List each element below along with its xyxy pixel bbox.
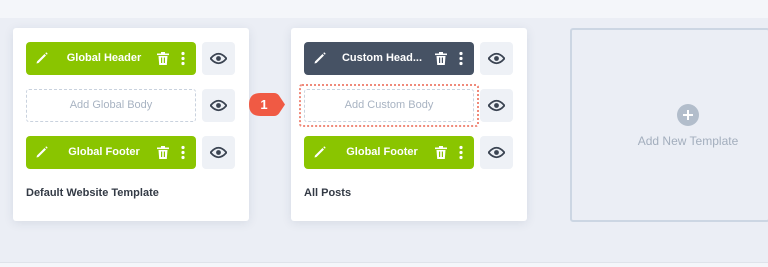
trash-icon[interactable] <box>157 52 169 65</box>
footer-visibility-button[interactable] <box>202 136 235 169</box>
body-visibility-button[interactable] <box>202 89 235 122</box>
step-number: 1 <box>260 97 268 112</box>
pencil-icon[interactable] <box>313 145 327 159</box>
step-marker-badge: 1 <box>248 92 286 117</box>
trash-icon[interactable] <box>157 146 169 159</box>
add-global-body-button[interactable]: Add Global Body <box>26 89 196 122</box>
custom-header-area[interactable]: Custom Head... <box>304 42 474 75</box>
add-new-template-button[interactable]: Add New Template <box>570 28 768 222</box>
bottom-band <box>0 263 768 267</box>
pencil-icon[interactable] <box>35 51 49 65</box>
trash-icon[interactable] <box>435 146 447 159</box>
footer-visibility-button[interactable] <box>480 136 513 169</box>
eye-icon <box>488 146 505 159</box>
more-vertical-icon[interactable] <box>455 51 467 66</box>
eye-icon <box>488 52 505 65</box>
template-card-all-posts: Custom Head... Add Custom Body Global Fo… <box>291 28 527 221</box>
more-vertical-icon[interactable] <box>177 145 189 160</box>
add-custom-body-button[interactable]: Add Custom Body <box>304 89 474 122</box>
top-band <box>0 0 768 18</box>
global-header-area[interactable]: Global Header <box>26 42 196 75</box>
template-title[interactable]: Default Website Template <box>26 187 159 199</box>
pencil-icon[interactable] <box>35 145 49 159</box>
global-footer-area[interactable]: Global Footer <box>26 136 196 169</box>
template-title[interactable]: All Posts <box>304 187 351 199</box>
trash-icon[interactable] <box>435 52 447 65</box>
header-label: Custom Head... <box>341 52 423 64</box>
footer-label: Global Footer <box>68 146 140 158</box>
template-card-default: Global Header Add Global Body Global Foo… <box>13 28 249 221</box>
more-vertical-icon[interactable] <box>455 145 467 160</box>
header-visibility-button[interactable] <box>202 42 235 75</box>
header-label: Global Header <box>66 52 142 64</box>
pencil-icon[interactable] <box>313 51 327 65</box>
global-footer-area[interactable]: Global Footer <box>304 136 474 169</box>
add-new-template-label: Add New Template <box>637 134 739 148</box>
eye-icon <box>210 146 227 159</box>
header-visibility-button[interactable] <box>480 42 513 75</box>
plus-icon <box>677 104 699 126</box>
eye-icon <box>210 52 227 65</box>
body-visibility-button[interactable] <box>480 89 513 122</box>
eye-icon <box>488 99 505 112</box>
more-vertical-icon[interactable] <box>177 51 189 66</box>
eye-icon <box>210 99 227 112</box>
footer-label: Global Footer <box>346 146 418 158</box>
